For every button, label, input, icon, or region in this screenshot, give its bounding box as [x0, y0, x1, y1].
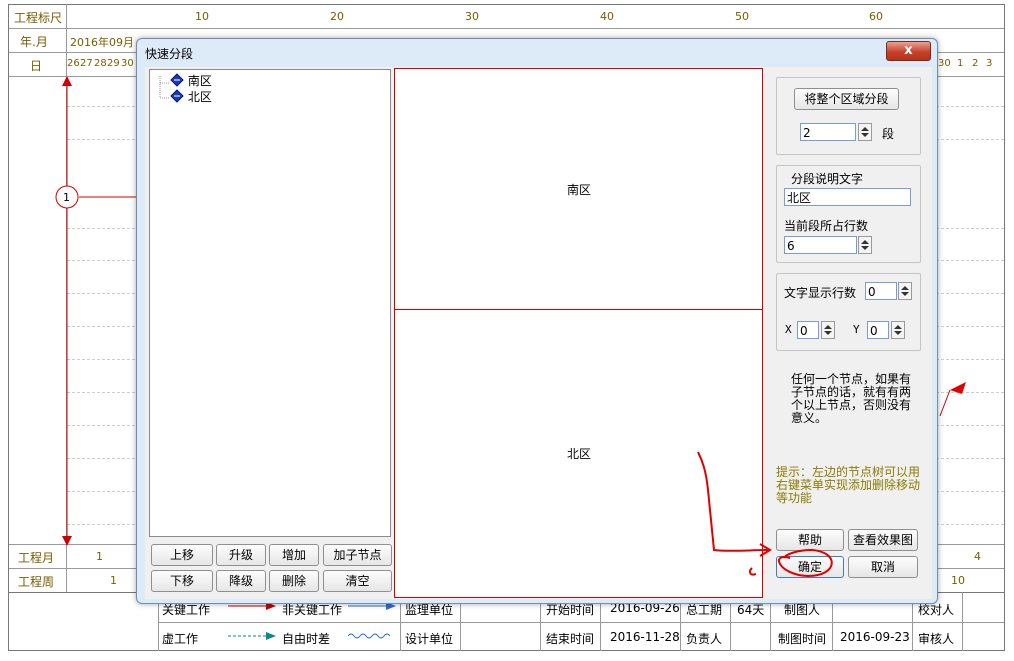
preview-divider: [395, 309, 762, 310]
timeline-arrow: [55, 76, 145, 546]
segment-count-input[interactable]: 2: [800, 123, 856, 141]
ruler-tick: 20: [330, 10, 344, 23]
project-week-value: 1: [110, 574, 117, 587]
legend-end-label: 结束时间: [546, 632, 595, 646]
segment-unit: 段: [882, 127, 895, 141]
tree-item-label: 北区: [187, 90, 212, 104]
segment-tree[interactable]: 南区 北区: [149, 69, 391, 537]
x-label: X: [785, 323, 792, 336]
ruler-tick: 10: [195, 10, 209, 23]
day-cell: 26: [67, 58, 80, 69]
text-display-group: 文字显示行数 0 X 0 Y 0: [776, 273, 921, 351]
rows-input[interactable]: 6: [784, 236, 857, 254]
month-label: 2016年09月: [70, 36, 134, 49]
clear-button[interactable]: 清空: [323, 570, 392, 592]
legend-design: 设计单位: [405, 632, 454, 646]
y-label: Y: [853, 323, 860, 336]
day-cell: 27: [80, 58, 93, 69]
desc-label: 分段说明文字: [791, 172, 864, 186]
preview-section-label: 北区: [567, 447, 592, 461]
day-cell: 29: [107, 58, 120, 69]
x-spinner[interactable]: [821, 321, 835, 339]
legend-draw-time-label: 制图时间: [778, 632, 827, 646]
rows-spinner[interactable]: [858, 236, 872, 254]
legend-reviewer: 审核人: [918, 632, 955, 646]
note-text: 任何一个节点，如果有子节点的话，就有有两个以上节点，否则没有意义。: [791, 372, 912, 425]
y-spinner[interactable]: [891, 321, 905, 339]
x-input[interactable]: 0: [797, 321, 819, 339]
legend-dummy: 虚工作: [162, 632, 199, 646]
y-input[interactable]: 0: [867, 321, 889, 339]
day-cell: 3: [986, 58, 993, 69]
tree-item[interactable]: 南区: [170, 72, 212, 89]
dialog-title: 快速分段: [145, 47, 194, 61]
add-child-button[interactable]: 加子节点: [323, 544, 392, 566]
dummy-line-icon: [228, 632, 276, 640]
close-button[interactable]: x: [886, 41, 931, 61]
text-rows-label: 文字显示行数: [784, 286, 857, 300]
ruler-tick: 40: [600, 10, 614, 23]
row-label-project-month: 工程月: [18, 551, 55, 565]
row-label-yearmonth: 年.月: [20, 35, 48, 49]
row-label-project-week: 工程周: [18, 575, 55, 589]
close-icon: x: [904, 43, 913, 58]
ruler-tick: 50: [735, 10, 749, 23]
ruler-tick: 60: [869, 10, 883, 23]
project-month-value: 4: [974, 550, 981, 563]
split-all-button[interactable]: 将整个区域分段: [794, 88, 899, 110]
rows-label: 当前段所占行数: [784, 219, 869, 233]
annotation-arrow-icon: [697, 451, 833, 578]
tree-item[interactable]: 北区: [170, 88, 212, 105]
text-rows-input[interactable]: 0: [865, 282, 897, 300]
move-down-button[interactable]: 下移: [151, 570, 213, 592]
row-label-day: 日: [30, 59, 43, 73]
row-label-ruler: 工程标尺: [14, 11, 63, 25]
add-button[interactable]: 增加: [269, 544, 319, 566]
legend-end-value: 2016-11-28: [610, 630, 680, 644]
day-cell: 30: [938, 58, 951, 69]
project-month-value: 1: [96, 550, 103, 563]
move-up-button[interactable]: 上移: [151, 544, 213, 566]
desc-input[interactable]: 北区: [784, 188, 911, 206]
day-cell: 1: [957, 58, 964, 69]
description-group: 分段说明文字 北区 当前段所占行数 6: [776, 165, 921, 263]
diamond-node-icon: [170, 73, 184, 87]
split-group: 将整个区域分段 2 段: [776, 77, 921, 155]
day-cell: 2: [972, 58, 979, 69]
segment-count-spinner[interactable]: [858, 123, 872, 141]
downgrade-button[interactable]: 降级: [216, 570, 266, 592]
day-cell: 28: [94, 58, 107, 69]
tree-item-label: 南区: [187, 74, 212, 88]
legend-free-float: 自由时差: [282, 632, 331, 646]
preview-section-label: 南区: [567, 183, 592, 197]
free-float-line-icon: [348, 633, 391, 639]
day-cell: 30: [121, 58, 134, 69]
upgrade-button[interactable]: 升级: [216, 544, 266, 566]
legend-draw-time-value: 2016-09-23: [840, 630, 910, 644]
delete-button[interactable]: 删除: [269, 570, 319, 592]
project-week-value: 10: [951, 574, 965, 587]
text-rows-spinner[interactable]: [898, 282, 912, 300]
ruler-tick: 30: [465, 10, 479, 23]
node-label: 1: [63, 191, 70, 204]
legend-responsible: 负责人: [686, 632, 723, 646]
diamond-node-icon: [170, 89, 184, 103]
flag-icon: [939, 382, 966, 417]
